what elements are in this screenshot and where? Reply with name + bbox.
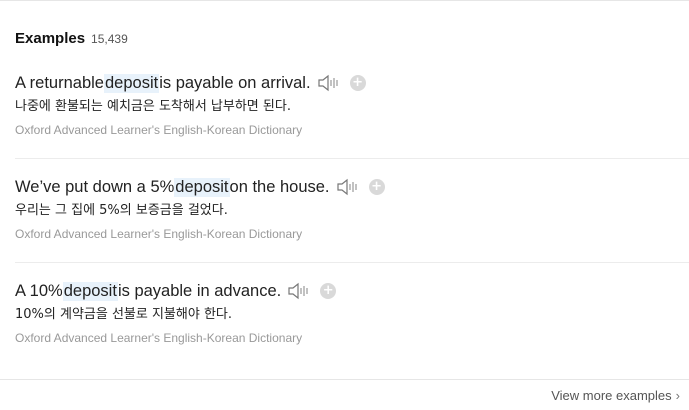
examples-footer: View more examples › bbox=[0, 379, 689, 410]
examples-count: 15,439 bbox=[91, 32, 128, 46]
divider bbox=[15, 158, 689, 159]
chevron-right-icon: › bbox=[675, 388, 680, 403]
view-more-examples-link[interactable]: View more examples › bbox=[551, 388, 680, 403]
example-item: We’ve put down a 5% deposit on the house… bbox=[15, 176, 689, 241]
example-item: A returnable deposit is payable on arriv… bbox=[15, 72, 689, 137]
example-source[interactable]: Oxford Advanced Learner's English-Korean… bbox=[15, 123, 689, 137]
sentence-text: A 10% bbox=[15, 281, 63, 300]
sentence-text: We’ve put down a 5% bbox=[15, 177, 175, 196]
example-item: A 10% deposit is payable in advance. + 1… bbox=[15, 280, 689, 345]
speaker-icon[interactable] bbox=[317, 73, 341, 93]
example-sentence: A 10% deposit is payable in advance. + bbox=[15, 280, 689, 302]
add-to-wordbook-icon[interactable]: + bbox=[320, 283, 337, 299]
sentence-text: is payable in advance. bbox=[117, 281, 282, 300]
example-source[interactable]: Oxford Advanced Learner's English-Korean… bbox=[15, 227, 689, 241]
add-to-wordbook-icon[interactable]: + bbox=[368, 179, 385, 195]
example-translation: 우리는 그 집에 5%의 보증금을 걸었다. bbox=[15, 203, 228, 218]
add-to-wordbook-icon[interactable]: + bbox=[349, 75, 366, 91]
view-more-label: View more examples bbox=[551, 388, 672, 403]
examples-header: Examples 15,439 bbox=[15, 30, 128, 47]
example-sentence: A returnable deposit is payable on arriv… bbox=[15, 72, 689, 94]
top-border bbox=[0, 0, 689, 1]
example-source[interactable]: Oxford Advanced Learner's English-Korean… bbox=[15, 331, 689, 345]
speaker-icon[interactable] bbox=[287, 281, 311, 301]
sentence-text: on the house. bbox=[229, 177, 330, 196]
keyword-highlight[interactable]: deposit bbox=[62, 281, 118, 301]
example-sentence: We’ve put down a 5% deposit on the house… bbox=[15, 176, 689, 198]
sentence-text: A returnable bbox=[15, 73, 104, 92]
speaker-icon[interactable] bbox=[336, 177, 360, 197]
divider bbox=[15, 262, 689, 263]
keyword-highlight[interactable]: deposit bbox=[103, 73, 160, 93]
example-translation: 나중에 환불되는 예치금은 도착해서 납부하면 된다. bbox=[15, 99, 291, 114]
example-translation: 10%의 계약금을 선불로 지불해야 한다. bbox=[15, 307, 232, 322]
examples-title: Examples bbox=[15, 30, 86, 47]
keyword-highlight[interactable]: deposit bbox=[174, 177, 230, 197]
sentence-text: is payable on arrival. bbox=[159, 73, 311, 92]
